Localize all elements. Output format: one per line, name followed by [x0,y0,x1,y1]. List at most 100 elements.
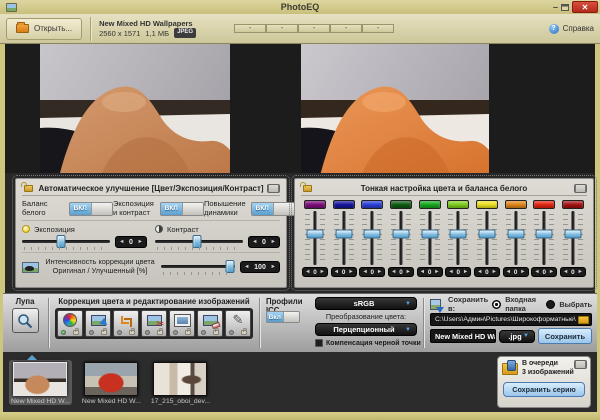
increment-icon[interactable]: ► [320,269,325,275]
color-swatch-red[interactable] [533,200,555,209]
channel-slider-yellow-green[interactable] [446,211,470,265]
decrement-icon[interactable]: ◄ [252,239,257,245]
decrement-icon[interactable]: ◄ [334,269,339,275]
increment-icon[interactable]: ► [520,269,525,275]
intensity-slider[interactable] [161,260,235,275]
increment-icon[interactable]: ► [271,264,276,270]
filmstrip-item[interactable]: New Mixed HD W... [9,360,72,405]
open-button[interactable]: Открыть... [6,18,82,40]
channel-stepper-purple[interactable]: ◄0► [302,267,328,277]
color-swatch-dark-green[interactable] [390,200,412,209]
channel-slider-green[interactable] [418,211,442,265]
decrement-icon[interactable]: ◄ [305,269,310,275]
grid-icon[interactable] [574,360,587,369]
thumbnail-legs[interactable] [13,362,67,396]
preset-button-3[interactable]: - [298,24,330,33]
increment-icon[interactable]: ► [463,269,468,275]
increment-icon[interactable]: ► [138,239,143,245]
help-button[interactable]: ? Справка [549,24,594,34]
channel-slider-purple[interactable] [303,211,327,265]
increment-icon[interactable]: ► [549,269,554,275]
decrement-icon[interactable]: ◄ [420,269,425,275]
channel-stepper-yellow-green[interactable]: ◄0► [445,267,471,277]
exposure-slider[interactable] [22,235,110,250]
color-swatch-green[interactable] [419,200,441,209]
color-wheel-tool[interactable] [57,310,83,337]
toggle-switch[interactable]: ВКЛ [251,202,295,216]
toggle-switch[interactable]: ВКЛ [69,202,113,216]
color-swatch-orange[interactable] [505,200,527,209]
slider-handle[interactable] [507,229,524,238]
slider-handle[interactable] [536,229,553,238]
slider-handle[interactable] [225,260,234,273]
cut-tool[interactable]: ✂ [141,310,167,337]
browse-folder-icon[interactable] [578,316,589,324]
color-conversion-dropdown[interactable]: Перцепционный▼ [315,323,417,336]
channel-stepper-red[interactable]: ◄0► [531,267,557,277]
contrast-stepper[interactable]: ◄0► [248,236,280,248]
slider-handle[interactable] [564,229,581,238]
format-dropdown[interactable]: .jpg▼ [499,330,535,343]
grid-icon[interactable] [267,184,280,193]
choose-folder-radio[interactable] [546,300,555,309]
decrement-icon[interactable]: ◄ [362,269,367,275]
intensity-stepper[interactable]: ◄100► [240,261,280,273]
save-button[interactable]: Сохранить [538,328,592,344]
slider-handle[interactable] [307,229,324,238]
channel-slider-orange[interactable] [504,211,528,265]
increment-icon[interactable]: ► [491,269,496,275]
slider-handle[interactable] [335,229,352,238]
increment-icon[interactable]: ► [434,269,439,275]
slider-handle[interactable] [193,235,202,248]
decrement-icon[interactable]: ◄ [244,264,249,270]
channel-slider-dark-red[interactable] [561,211,585,265]
slider-handle[interactable] [392,229,409,238]
channel-slider-red[interactable] [532,211,556,265]
slider-handle[interactable] [478,229,495,238]
color-swatch-dark-red[interactable] [562,200,584,209]
channel-slider-dark-blue[interactable] [332,211,356,265]
filmstrip-item[interactable]: New Mixed HD W... [82,362,141,405]
collapse-arrow-icon[interactable] [27,355,37,360]
exposure-stepper[interactable]: ◄0► [115,236,147,248]
preset-button-1[interactable]: - [234,24,266,33]
increment-icon[interactable]: ► [271,239,276,245]
color-swatch-yellow-green[interactable] [447,200,469,209]
checkbox-icon[interactable] [315,339,323,347]
channel-slider-yellow[interactable] [475,211,499,265]
crop-tool[interactable] [113,310,139,337]
frame-tool[interactable] [169,310,195,337]
icc-profile-dropdown[interactable]: sRGB▼ [315,297,417,310]
decrement-icon[interactable]: ◄ [506,269,511,275]
preset-button-2[interactable]: - [266,24,298,33]
color-swatch-dark-blue[interactable] [333,200,355,209]
decrement-icon[interactable]: ◄ [448,269,453,275]
slider-handle[interactable] [421,229,438,238]
channel-stepper-dark-blue[interactable]: ◄0► [331,267,357,277]
increment-icon[interactable]: ► [406,269,411,275]
pen-tool[interactable]: ✎ [225,310,251,337]
toggle-switch[interactable]: ВКЛ [160,202,204,216]
slider-handle[interactable] [364,229,381,238]
decrement-icon[interactable]: ◄ [563,269,568,275]
channel-slider-dark-green[interactable] [389,211,413,265]
channel-stepper-yellow[interactable]: ◄0► [474,267,500,277]
channel-stepper-blue[interactable]: ◄0► [359,267,385,277]
output-path-field[interactable]: C:\Users\Админ\Pictures\Широкоформатные\ [430,313,592,326]
channel-stepper-dark-red[interactable]: ◄0► [560,267,586,277]
slider-handle[interactable] [56,235,65,248]
loupe-button[interactable] [12,308,39,333]
increment-icon[interactable]: ► [377,269,382,275]
increment-icon[interactable]: ► [577,269,582,275]
preset-button-4[interactable]: - [330,24,362,33]
close-icon[interactable]: ✕ [572,1,598,13]
icc-toggle[interactable]: Вкл [266,311,300,323]
channel-stepper-orange[interactable]: ◄0► [503,267,529,277]
preset-button-5[interactable]: - [362,24,394,33]
thumbnail-car[interactable] [84,362,138,396]
color-swatch-yellow[interactable] [476,200,498,209]
decrement-icon[interactable]: ◄ [477,269,482,275]
input-folder-radio[interactable] [492,300,501,309]
decrement-icon[interactable]: ◄ [534,269,539,275]
rotate-tool[interactable] [85,310,111,337]
